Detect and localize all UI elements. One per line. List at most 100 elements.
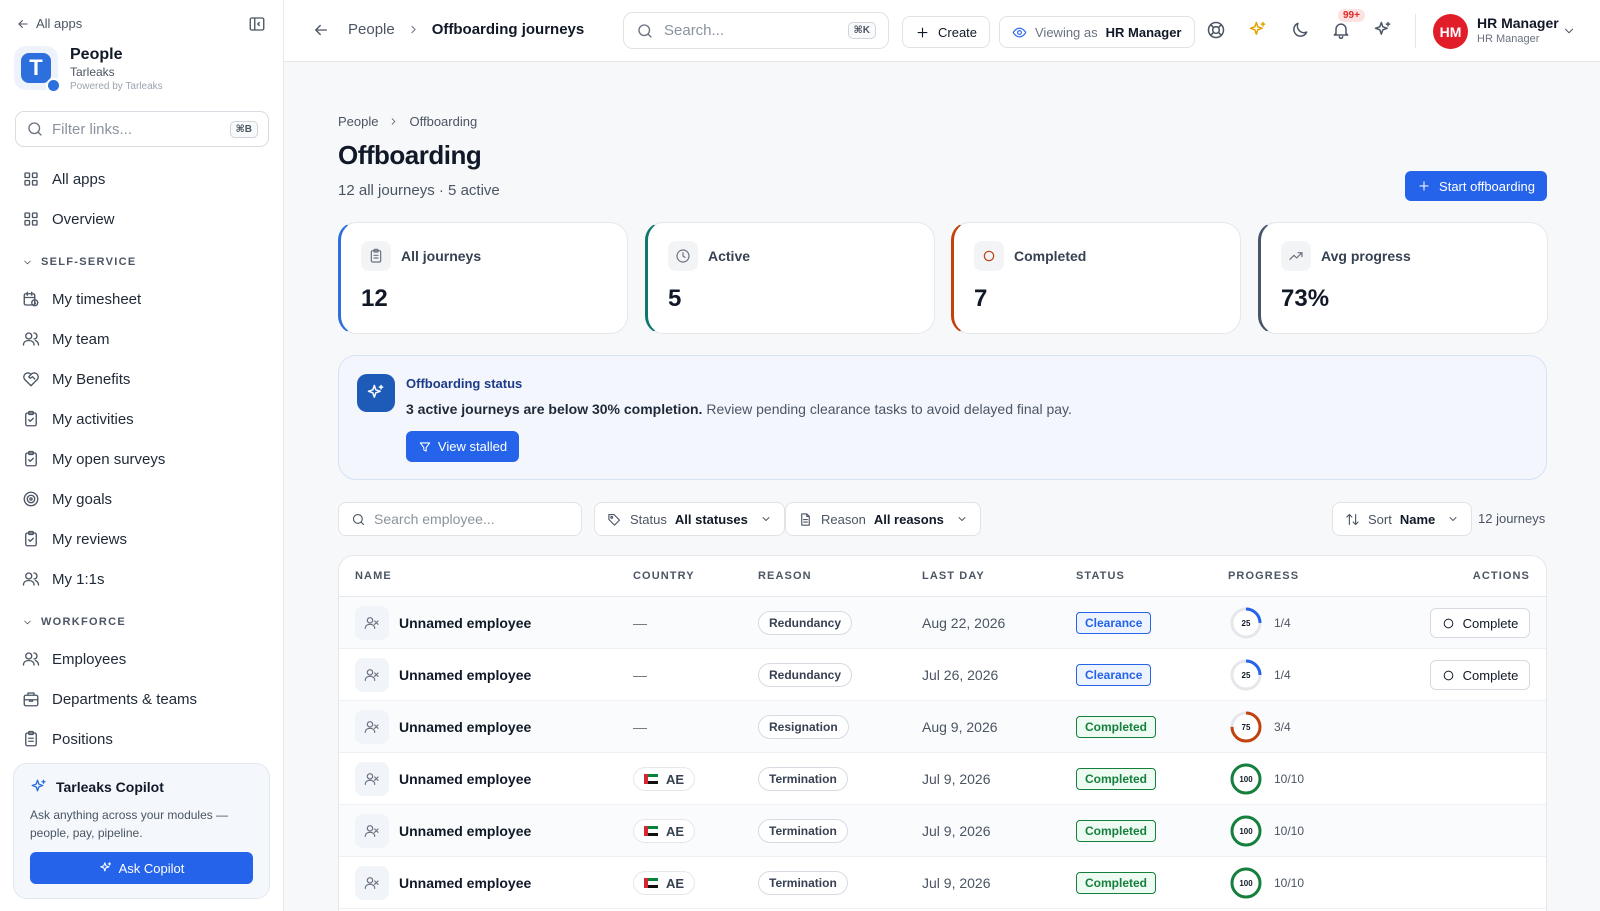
help-button[interactable] (1206, 20, 1226, 40)
alert-message: 3 active journeys are below 30% completi… (406, 401, 1072, 417)
reason-chip: Resignation (758, 715, 849, 739)
clipboard-check-icon (25, 450, 37, 467)
create-button[interactable]: Create (902, 16, 991, 48)
app-logo-badge (46, 78, 61, 93)
sidebar-item-positions[interactable]: Positions (0, 719, 284, 759)
sidebar-item-overview[interactable]: Overview (0, 199, 284, 239)
view-stalled-button[interactable]: View stalled (406, 431, 519, 462)
user-x-icon (355, 710, 389, 744)
employee-search-input[interactable]: Search employee... (338, 502, 582, 536)
eye-icon (1012, 27, 1027, 37)
employee-name-link[interactable]: Unnamed employee (399, 771, 531, 787)
filter-links-placeholder: Filter links... (52, 120, 133, 138)
sidebar-item-my-team[interactable]: My team (0, 319, 284, 359)
sidebar-item-my-open-surveys[interactable]: My open surveys (0, 439, 284, 479)
progress-percent: 100 (1239, 775, 1253, 784)
progress-ring: 100 (1230, 815, 1262, 847)
stat-card-completed[interactable]: Completed 7 (951, 222, 1241, 334)
table-row[interactable]: Unnamed employee AE Termination Jul 9, 2026… (339, 805, 1546, 857)
stat-card-active[interactable]: Active 5 (645, 222, 935, 334)
table-row[interactable]: Unnamed employee AE Termination Jul 9, 2026… (339, 857, 1546, 909)
country-chip: AE (633, 819, 696, 843)
reason-filter-label: Reason (821, 511, 866, 527)
ai-sparkle-button[interactable] (1248, 20, 1268, 40)
column-header-country[interactable]: COUNTRY (633, 570, 695, 582)
user-role: HR Manager (1477, 33, 1540, 45)
arrow-up-down-icon (1346, 513, 1359, 525)
sort-dropdown[interactable]: Sort Name (1332, 502, 1473, 536)
building-icon (23, 692, 39, 707)
ask-copilot-button[interactable]: Ask Copilot (30, 852, 253, 884)
notifications-button[interactable] (1331, 20, 1351, 40)
employee-name-link[interactable]: Unnamed employee (399, 615, 531, 631)
sidebar-item-all-apps[interactable]: All apps (0, 159, 284, 199)
stat-card-avg-progress[interactable]: Avg progress 73% (1258, 222, 1548, 334)
employee-name-link[interactable]: Unnamed employee (399, 667, 531, 683)
viewing-as-button[interactable]: Viewing as HR Manager (999, 16, 1195, 48)
complete-button[interactable]: Complete (1430, 660, 1530, 690)
stat-value: 7 (974, 285, 988, 312)
sidebar-item-my-1-1s[interactable]: My 1:1s (0, 559, 284, 599)
table-row[interactable]: Unnamed employee — Redundancy Aug 22, 2026 C… (339, 597, 1546, 649)
uae-flag-icon (644, 826, 658, 836)
user-menu-toggle[interactable] (1562, 24, 1576, 38)
copilot-button[interactable] (1373, 20, 1393, 40)
progress-percent: 25 (1242, 619, 1251, 628)
user-x-icon (355, 866, 389, 900)
section-workforce-toggle[interactable]: WORKFORCE (0, 605, 284, 639)
app-logo: T (14, 46, 61, 93)
theme-toggle-button[interactable] (1290, 20, 1310, 40)
page-breadcrumb-people-link[interactable]: People (338, 114, 378, 129)
breadcrumb-people-link[interactable]: People (348, 21, 395, 38)
filter-links-input[interactable]: Filter links... ⌘B (15, 111, 269, 147)
sidebar-item-departments-teams[interactable]: Departments & teams (0, 679, 284, 719)
stat-value: 5 (668, 285, 682, 312)
column-header-reason[interactable]: REASON (758, 570, 812, 582)
start-offboarding-button[interactable]: Start offboarding (1405, 171, 1547, 201)
alert-title: Offboarding status (406, 376, 523, 391)
notification-count-badge: 99+ (1338, 9, 1365, 22)
sparkles-icon (99, 862, 111, 872)
filter-shortcut-hint: ⌘B (229, 120, 258, 138)
last-day: Aug 9, 2026 (922, 719, 998, 735)
sidebar-item-my-activities[interactable]: My activities (0, 399, 284, 439)
sidebar: All apps T People Tarleaks Powered by Ta… (0, 0, 284, 911)
reason-filter-dropdown[interactable]: Reason All reasons (785, 502, 981, 536)
table-row[interactable]: Unnamed employee AE Termination Jul 9, 2026… (339, 753, 1546, 805)
status-filter-dropdown[interactable]: Status All statuses (594, 502, 785, 536)
app-logo-letter: T (21, 53, 51, 83)
progress-ring: 25 (1230, 607, 1262, 639)
back-to-all-apps-link[interactable]: All apps (16, 16, 82, 31)
status-badge: Completed (1076, 820, 1157, 842)
employee-name-link[interactable]: Unnamed employee (399, 823, 531, 839)
sidebar-item-my-timesheet[interactable]: My timesheet (0, 279, 284, 319)
user-avatar[interactable]: HM (1433, 14, 1468, 49)
column-header-status[interactable]: STATUS (1076, 570, 1125, 582)
table-row[interactable]: Unnamed employee — Resignation Aug 9, 2026 C… (339, 701, 1546, 753)
status-filter-value: All statuses (674, 511, 748, 527)
column-header-last-day[interactable]: LAST DAY (922, 570, 985, 582)
grid-icon (24, 172, 38, 186)
collapse-sidebar-button[interactable] (248, 15, 266, 33)
progress-percent: 100 (1239, 827, 1253, 836)
global-search-input[interactable]: Search... ⌘K (623, 12, 889, 49)
back-button[interactable] (312, 21, 330, 39)
sidebar-item-employees[interactable]: Employees (0, 639, 284, 679)
column-header-name[interactable]: NAME (355, 570, 392, 582)
sidebar-item-my-reviews[interactable]: My reviews (0, 519, 284, 559)
last-day: Jul 9, 2026 (922, 771, 991, 787)
progress-fraction: 3/4 (1274, 720, 1291, 734)
stat-card-all-journeys[interactable]: All journeys 12 (338, 222, 628, 334)
progress-fraction: 1/4 (1274, 616, 1291, 630)
complete-button[interactable]: Complete (1430, 608, 1530, 638)
employee-name-link[interactable]: Unnamed employee (399, 875, 531, 891)
sidebar-item-my-benefits[interactable]: My Benefits (0, 359, 284, 399)
column-header-progress[interactable]: PROGRESS (1228, 570, 1299, 582)
top-bar: People Offboarding journeys Search... ⌘K… (284, 0, 1600, 62)
employee-name-link[interactable]: Unnamed employee (399, 719, 531, 735)
sidebar-item-my-goals[interactable]: My goals (0, 479, 284, 519)
sidebar-item-label: My Benefits (52, 370, 131, 388)
user-name[interactable]: HR Manager (1477, 15, 1559, 31)
table-row[interactable]: Unnamed employee — Redundancy Jul 26, 2026 C… (339, 649, 1546, 701)
section-self-service-toggle[interactable]: SELF-SERVICE (0, 245, 284, 279)
